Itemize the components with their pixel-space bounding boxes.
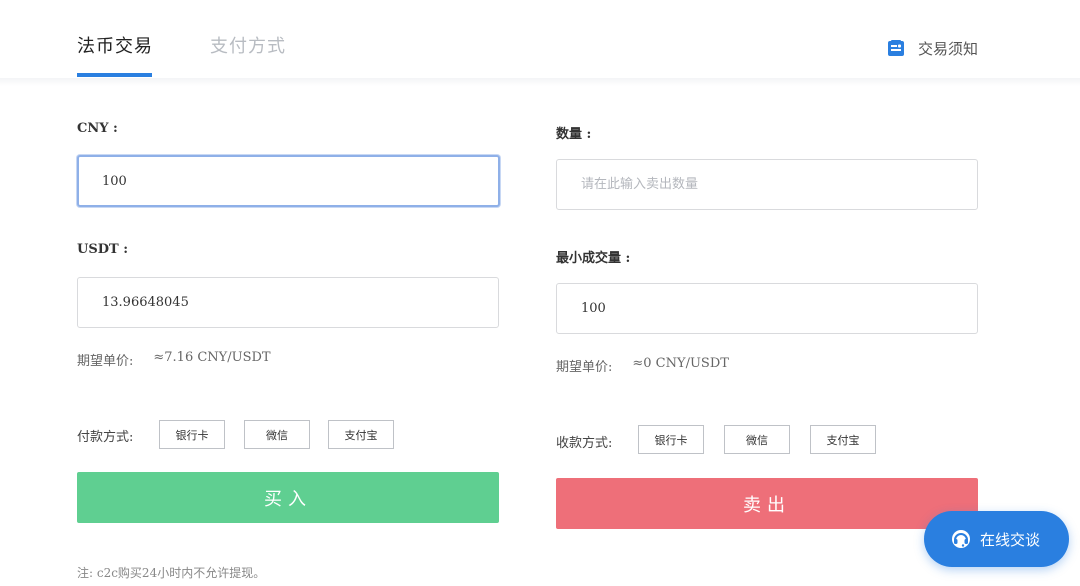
sell-pay-alipay-button[interactable]: 支付宝 bbox=[810, 425, 876, 454]
cny-label: CNY : bbox=[77, 121, 118, 136]
min-volume-input[interactable] bbox=[556, 283, 978, 334]
buy-pay-bank-card-button[interactable]: 银行卡 bbox=[159, 420, 225, 449]
sell-quantity-input[interactable] bbox=[556, 159, 978, 210]
headset-icon bbox=[952, 530, 970, 548]
tab-payment-methods[interactable]: 支付方式 bbox=[210, 34, 286, 60]
buy-price-value: ≈7.16 CNY/USDT bbox=[153, 350, 271, 365]
cny-input[interactable] bbox=[77, 155, 500, 207]
active-tab-indicator bbox=[77, 73, 152, 77]
payment-method-label: 付款方式: bbox=[77, 430, 134, 445]
online-chat-label: 在线交谈 bbox=[980, 530, 1041, 549]
trade-notice-label: 交易须知 bbox=[918, 39, 979, 58]
tab-fiat-trade[interactable]: 法币交易 bbox=[77, 34, 153, 60]
quantity-label: 数量 : bbox=[556, 127, 592, 142]
sell-button[interactable]: 卖出 bbox=[556, 478, 978, 529]
usdt-input[interactable] bbox=[77, 277, 499, 328]
usdt-label: USDT : bbox=[77, 242, 128, 257]
min-volume-label: 最小成交量 : bbox=[556, 251, 631, 266]
online-chat-button[interactable]: 在线交谈 bbox=[924, 511, 1069, 567]
receive-method-label: 收款方式: bbox=[556, 436, 613, 451]
top-nav: 法币交易 支付方式 交易须知 bbox=[0, 0, 1080, 80]
trade-notice-link[interactable]: 交易须知 bbox=[886, 36, 978, 60]
sell-expected-price: 期望单价: ≈0 CNY/USDT bbox=[556, 356, 729, 375]
sell-pay-wechat-button[interactable]: 微信 bbox=[724, 425, 790, 454]
withdrawal-note: 注: c2c购买24小时内不允许提现。 bbox=[77, 566, 266, 580]
buy-pay-alipay-button[interactable]: 支付宝 bbox=[328, 420, 394, 449]
buy-price-label: 期望单价: bbox=[77, 354, 134, 369]
buy-expected-price: 期望单价: ≈7.16 CNY/USDT bbox=[77, 350, 271, 369]
sell-price-value: ≈0 CNY/USDT bbox=[632, 356, 729, 371]
header-divider bbox=[0, 78, 1080, 86]
notice-card-icon bbox=[888, 40, 904, 56]
sell-price-label: 期望单价: bbox=[556, 360, 613, 375]
buy-pay-wechat-button[interactable]: 微信 bbox=[244, 420, 310, 449]
buy-button[interactable]: 买入 bbox=[77, 472, 499, 523]
sell-pay-bank-card-button[interactable]: 银行卡 bbox=[638, 425, 704, 454]
